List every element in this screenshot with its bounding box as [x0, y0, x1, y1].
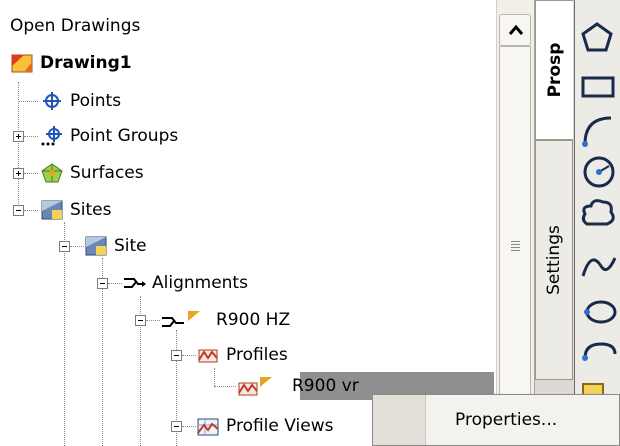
tree-node-points[interactable]: Points — [40, 88, 121, 114]
tree-node-r900-hz[interactable]: R900 HZ — [160, 307, 290, 333]
tree-line — [64, 222, 65, 446]
collapse-profiles-button[interactable] — [171, 350, 182, 361]
circle-tool-button[interactable] — [577, 152, 617, 192]
menu-item-properties[interactable]: Properties... — [425, 401, 617, 439]
surfaces-icon — [40, 162, 64, 184]
tree-node-profiles[interactable]: Profiles — [196, 342, 288, 368]
tab-settings[interactable]: Settings — [535, 140, 573, 380]
tree-node-profile-views[interactable]: Profile Views — [196, 413, 333, 439]
drawing-icon — [10, 52, 34, 74]
tree-node-alignments[interactable]: Alignments — [122, 270, 248, 296]
tree-line — [182, 355, 196, 356]
tree-line — [108, 283, 122, 284]
polygon-icon — [581, 22, 613, 52]
tree-line — [182, 426, 196, 427]
alignment-icon — [160, 309, 210, 331]
palette-tabs: Prosp Settings — [534, 0, 575, 446]
arc-tool-button[interactable] — [577, 110, 617, 150]
expand-point-groups-button[interactable] — [13, 131, 24, 142]
collapse-r900hz-button[interactable] — [135, 315, 146, 326]
spline-tool-button[interactable] — [577, 246, 617, 286]
profile-icon — [236, 375, 286, 397]
context-menu: Properties... — [372, 394, 620, 446]
site-icon — [84, 235, 108, 257]
grip-icon — [511, 241, 520, 253]
collapse-profile-views-button[interactable] — [171, 421, 182, 432]
tree-line — [214, 368, 215, 386]
profile-views-icon — [196, 415, 220, 437]
tree-node-surfaces[interactable]: Surfaces — [40, 160, 144, 186]
collapse-sites-button[interactable] — [13, 205, 24, 216]
draw-toolbar — [574, 0, 620, 446]
point-groups-icon — [40, 125, 64, 147]
ellipse-arc-tool-button[interactable] — [577, 334, 617, 374]
revision-cloud-tool-button[interactable] — [577, 194, 617, 234]
tree-line — [146, 320, 160, 321]
arc-icon — [582, 116, 612, 147]
ellipse-icon — [584, 300, 617, 324]
rectangle-tool-button[interactable] — [577, 66, 617, 106]
scroll-thumb[interactable] — [499, 46, 531, 446]
tab-prospector[interactable]: Prosp — [535, 0, 573, 140]
tree-line — [24, 210, 38, 211]
collapse-site-button[interactable] — [59, 241, 70, 252]
rectangle-icon — [581, 76, 615, 98]
chevron-up-icon — [508, 24, 524, 35]
tree-node-r900-vr[interactable]: R900 vr — [236, 373, 359, 399]
collapse-alignments-button[interactable] — [97, 278, 108, 289]
menu-icon-gutter — [373, 395, 426, 445]
tree-node-sites[interactable]: Sites — [40, 197, 112, 223]
tree-line — [24, 173, 38, 174]
points-icon — [40, 90, 64, 112]
tree-line — [70, 246, 84, 247]
circle-icon — [583, 156, 615, 188]
tree-line — [24, 136, 38, 137]
prospector-tree[interactable]: Open Drawings Drawing1 Points Point Grou… — [0, 0, 496, 446]
cloud-icon — [581, 199, 615, 226]
sites-icon — [40, 199, 64, 221]
profiles-icon — [196, 344, 220, 366]
scroll-up-button[interactable] — [499, 14, 531, 46]
tree-node-drawing1[interactable]: Drawing1 — [10, 50, 132, 76]
expand-surfaces-button[interactable] — [13, 168, 24, 179]
ellipse-arc-icon — [582, 342, 617, 361]
vertical-scrollbar[interactable] — [496, 0, 535, 446]
tree-line — [214, 386, 236, 387]
tree-node-point-groups[interactable]: Point Groups — [40, 123, 178, 149]
ellipse-tool-button[interactable] — [577, 292, 617, 332]
alignments-icon — [122, 272, 146, 294]
tree-node-site[interactable]: Site — [84, 233, 147, 259]
spline-icon — [581, 257, 617, 277]
tree-header: Open Drawings — [10, 16, 141, 36]
tree-line — [18, 101, 38, 102]
polygon-tool-button[interactable] — [577, 18, 617, 58]
